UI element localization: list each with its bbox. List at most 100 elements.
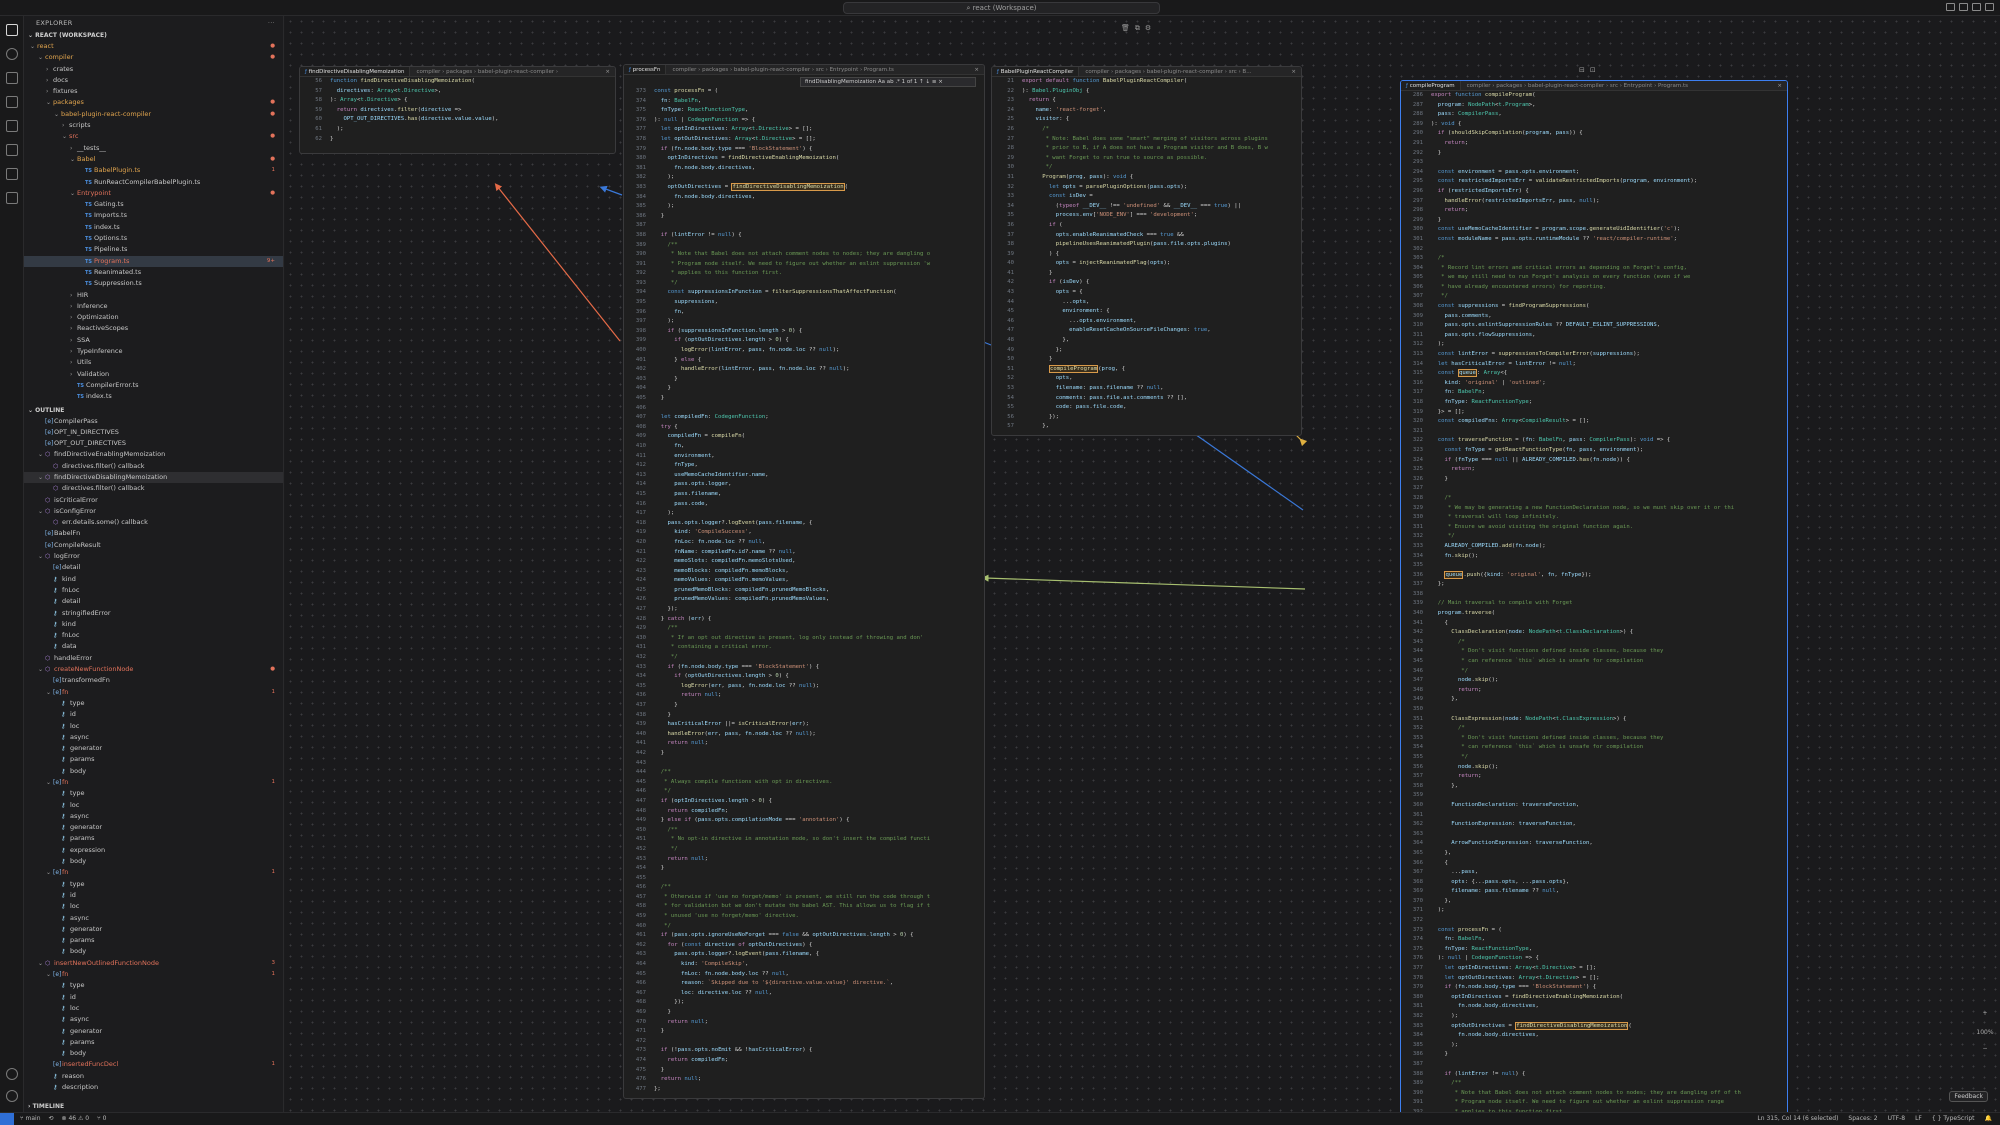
code-line[interactable]: ) { xyxy=(1022,250,1268,260)
search-icon[interactable] xyxy=(6,48,18,60)
split-editor-icon[interactable]: ⊟ xyxy=(1579,66,1585,74)
code-line[interactable]: }; xyxy=(1022,346,1268,356)
zoom-in-button[interactable]: + xyxy=(1974,1010,1996,1017)
indentation[interactable]: Spaces: 2 xyxy=(1848,1113,1877,1125)
code-lines[interactable]: function findDirectiveDisablingMemoizati… xyxy=(330,77,498,144)
code-line[interactable] xyxy=(1431,1060,1741,1070)
outline-item[interactable]: ⚷ async xyxy=(24,913,283,924)
tree-item[interactable]: TS Imports.ts xyxy=(24,210,283,221)
code-line[interactable]: } xyxy=(1431,216,1741,226)
tree-item[interactable]: ⌄ react ● xyxy=(24,41,283,52)
code-line[interactable]: } xyxy=(654,375,930,385)
code-line[interactable] xyxy=(1431,561,1741,571)
code-line[interactable]: const suppressionsInFunction = filterSup… xyxy=(654,288,930,298)
code-line[interactable]: ); xyxy=(654,509,930,519)
code-line[interactable]: directives: Array<t.Directive>, xyxy=(330,87,498,97)
code-line[interactable] xyxy=(654,759,930,769)
code-line[interactable]: fnName: compiledFn.id?.name ?? null, xyxy=(654,548,930,558)
code-line[interactable]: return null; xyxy=(654,1018,930,1028)
code-line[interactable]: fn.node.body.directives, xyxy=(654,164,930,174)
outline-item[interactable]: ⚷ data xyxy=(24,641,283,652)
code-line[interactable]: kind: 'CompileSuccess', xyxy=(654,528,930,538)
code-line[interactable]: const moduleName = pass.opts.runtimeModu… xyxy=(1431,235,1741,245)
account-icon[interactable] xyxy=(6,1068,18,1080)
editor-compileProgram[interactable]: ƒ compileProgram compiler › packages › b… xyxy=(1400,80,1788,1112)
editor-tab[interactable]: ƒ processFn xyxy=(624,65,667,74)
find-widget[interactable]: findDisablingMemoization Aa ab .* 1 of 1… xyxy=(800,77,976,87)
tree-item[interactable]: › SSA xyxy=(24,335,283,346)
code-line[interactable]: * Ensure we avoid visiting the original … xyxy=(1431,523,1741,533)
code-line[interactable]: if (isDev) { xyxy=(1022,278,1268,288)
code-line[interactable]: memoBlocks: compiledFn.memoBlocks, xyxy=(654,567,930,577)
code-line[interactable]: ...opts, xyxy=(1022,298,1268,308)
outline-item[interactable]: ⚷ kind xyxy=(24,619,283,630)
code-line[interactable]: pass.comments, xyxy=(1431,312,1741,322)
run-debug-icon[interactable] xyxy=(6,144,18,156)
tree-item[interactable]: TS index.ts xyxy=(24,222,283,233)
code-line[interactable]: /* xyxy=(1022,125,1268,135)
code-line[interactable]: fnType: ReactFunctionType; xyxy=(1431,398,1741,408)
code-line[interactable]: * Don't visit functions defined inside c… xyxy=(1431,734,1741,744)
code-line[interactable]: * can reference `this` which is unsafe f… xyxy=(1431,657,1741,667)
outline-item[interactable]: ⚷ async xyxy=(24,811,283,822)
code-line[interactable]: }> = []; xyxy=(1431,408,1741,418)
remote-explorer-icon[interactable] xyxy=(6,192,18,204)
code-line[interactable]: useMemoCacheIdentifier.name, xyxy=(654,471,930,481)
tree-item[interactable]: TS Program.ts 9+ xyxy=(24,255,283,267)
close-icon[interactable]: × xyxy=(1777,83,1787,89)
code-line[interactable]: node.skip(); xyxy=(1431,676,1741,686)
code-line[interactable]: opts = { xyxy=(1022,288,1268,298)
code-line[interactable]: let optInDirectives: Array<t.Directive> … xyxy=(1431,964,1741,974)
code-line[interactable]: handleError(lintError, pass, fn.node.loc… xyxy=(654,365,930,375)
outline-item[interactable]: [e]transformedFn xyxy=(24,675,283,686)
outline-item[interactable]: ⚷ params xyxy=(24,754,283,765)
outline-item[interactable]: ⚷ reason xyxy=(24,1071,283,1082)
code-line[interactable]: fn.skip(); xyxy=(1431,552,1741,562)
code-line[interactable]: return; xyxy=(1431,465,1741,475)
code-line[interactable]: const lintError = suppressionsToCompiler… xyxy=(1431,350,1741,360)
outline-item[interactable]: ⚷ fnLoc xyxy=(24,630,283,641)
encoding[interactable]: UTF-8 xyxy=(1888,1113,1906,1125)
code-line[interactable]: return compiledFn; xyxy=(654,1056,930,1066)
outline-item[interactable]: ⚷ body xyxy=(24,856,283,867)
settings-gear-icon[interactable] xyxy=(6,1090,18,1102)
code-line[interactable]: return directives.filter(directive => xyxy=(330,106,498,116)
toggle-secondary-sidebar-icon[interactable] xyxy=(1972,3,1981,11)
outline-item[interactable]: ⚷ generator xyxy=(24,822,283,833)
code-area[interactable]: 373 374 375 376 377 378 379 380 381 382 383 384 385 3… xyxy=(624,87,984,1092)
outline-item[interactable]: ⚷ params xyxy=(24,1037,283,1048)
tree-item[interactable]: › Inference xyxy=(24,301,283,312)
editor-canvas[interactable]: ƒ findDirectiveDisablingMemoization comp… xyxy=(285,16,2000,1112)
code-line[interactable]: */ xyxy=(654,787,930,797)
code-line[interactable]: logError(lintError, pass, fn.node.loc ??… xyxy=(654,346,930,356)
code-line[interactable]: return { xyxy=(1022,96,1268,106)
outline-item[interactable]: ⌄ [e]fn 1 xyxy=(24,687,283,698)
settings-icon[interactable]: ⚙ xyxy=(1145,24,1151,33)
code-line[interactable]: fnType: ReactFunctionType, xyxy=(654,106,930,116)
code-line[interactable]: } xyxy=(654,212,930,222)
code-line[interactable]: program.traverse( xyxy=(1431,609,1741,619)
code-line[interactable]: process.env['NODE_ENV'] === 'development… xyxy=(1022,211,1268,221)
tree-item[interactable]: TS BabelPlugin.ts 1 xyxy=(24,165,283,176)
code-line[interactable]: ); xyxy=(1431,1041,1741,1051)
tree-item[interactable]: ⌄ packages ● xyxy=(24,97,283,108)
outline-item[interactable]: ⬡ err.details.some() callback xyxy=(24,517,283,528)
outline-item[interactable]: ⚷ loc xyxy=(24,721,283,732)
code-line[interactable]: if (suppressionsInFunction.length > 0) { xyxy=(654,327,930,337)
code-line[interactable]: * Record lint errors and critical errors… xyxy=(1431,264,1741,274)
code-line[interactable] xyxy=(654,221,930,231)
bookmarks-icon[interactable] xyxy=(6,96,18,108)
code-line[interactable]: if (lintError != null) { xyxy=(654,231,930,241)
code-line[interactable] xyxy=(1431,590,1741,600)
outline-item[interactable]: [e]CompileResult xyxy=(24,540,283,551)
code-line[interactable]: optInDirectives = findDirectiveEnablingM… xyxy=(654,154,930,164)
code-line[interactable] xyxy=(1431,916,1741,926)
sync-indicator[interactable]: ⟲ xyxy=(49,1113,54,1125)
code-line[interactable]: ...pass, xyxy=(1431,868,1741,878)
outline-item[interactable]: [e]detail xyxy=(24,562,283,573)
outline-item[interactable]: [e]BabelFn xyxy=(24,528,283,539)
code-line[interactable] xyxy=(1431,427,1741,437)
code-line[interactable]: * prior to B, if A does not have a Progr… xyxy=(1022,144,1268,154)
tree-item[interactable]: › HIR xyxy=(24,290,283,301)
code-line[interactable]: queue.push({kind: 'original', fn, fnType… xyxy=(1431,570,1741,581)
